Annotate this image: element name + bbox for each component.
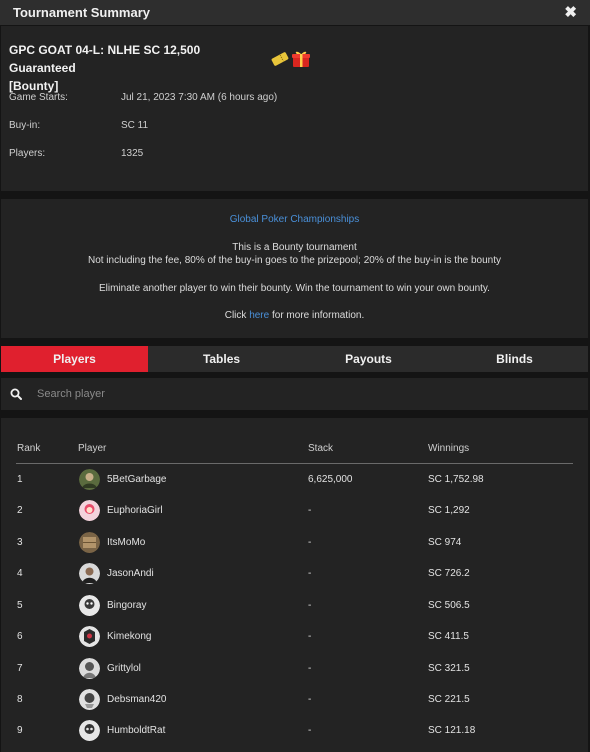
detail-label: Buy-in: (9, 120, 41, 131)
rank-cell: 1 (17, 474, 23, 485)
avatar (79, 563, 100, 584)
winnings-cell: SC 1,752.98 (428, 474, 484, 485)
tournament-name-line1: GPC GOAT 04-L: NLHE SC 12,500 Guaranteed (9, 43, 201, 75)
players-table-panel: Rank Player Stack Winnings 1 5BetGarbage… (1, 418, 588, 752)
series-link[interactable]: Global Poker Championships (230, 214, 360, 225)
avatar (79, 658, 100, 679)
rank-cell: 3 (17, 537, 23, 548)
search-bar (1, 378, 588, 410)
column-header-rank[interactable]: Rank (17, 443, 40, 454)
detail-label: Game Starts: (9, 92, 68, 103)
player-name: HumboldtRat (107, 725, 166, 736)
tab-blinds[interactable]: Blinds (441, 346, 588, 372)
stack-cell: - (308, 537, 312, 548)
stack-cell: - (308, 663, 312, 674)
detail-value: 1325 (121, 148, 144, 159)
rank-cell: 9 (17, 725, 23, 736)
close-icon[interactable]: ✖ (564, 3, 577, 21)
player-name: JasonAndi (107, 568, 154, 579)
stack-cell: - (308, 505, 312, 516)
column-header-player[interactable]: Player (78, 443, 106, 454)
table-row[interactable]: 6 Kimekong - SC 411.5 (16, 622, 573, 652)
table-row[interactable]: 7 Grittylol - SC 321.5 (16, 654, 573, 684)
avatar (79, 626, 100, 647)
avatar (79, 500, 100, 521)
stack-cell: 6,625,000 (308, 474, 353, 485)
avatar (79, 532, 100, 553)
column-header-winnings[interactable]: Winnings (428, 443, 469, 454)
rank-cell: 4 (17, 568, 23, 579)
table-row[interactable]: 3 ItsMoMo - SC 974 (16, 528, 573, 558)
search-input[interactable] (37, 384, 577, 404)
rank-cell: 2 (17, 505, 23, 516)
winnings-cell: SC 974 (428, 537, 462, 548)
gift-icon (292, 51, 310, 67)
more-info-suffix: for more information. (269, 310, 365, 321)
tournament-name: GPC GOAT 04-L: NLHE SC 12,500 Guaranteed… (9, 41, 269, 95)
table-header: Rank Player Stack Winnings (16, 442, 573, 464)
winnings-cell: SC 506.5 (428, 600, 470, 611)
column-header-stack[interactable]: Stack (308, 443, 333, 454)
ticket-icon (271, 52, 289, 66)
tab-payouts[interactable]: Payouts (295, 346, 442, 372)
avatar (79, 469, 100, 490)
player-name: Kimekong (107, 631, 152, 642)
description-line3: Eliminate another player to win their bo… (99, 283, 490, 294)
more-info-prefix: Click (224, 310, 250, 321)
more-info-line: Click here for more information. (1, 310, 588, 321)
window-title: Tournament Summary (13, 5, 151, 20)
more-info-link[interactable]: here (249, 310, 269, 321)
tab-tables[interactable]: Tables (148, 346, 295, 372)
stack-cell: - (308, 631, 312, 642)
tournament-description-panel: Global Poker Championships This is a Bou… (1, 199, 588, 338)
rank-cell: 6 (17, 631, 23, 642)
avatar (79, 689, 100, 710)
winnings-cell: SC 1,292 (428, 505, 470, 516)
player-name: 5BetGarbage (107, 474, 167, 485)
detail-label: Players: (9, 148, 46, 159)
table-row[interactable]: 2 EuphoriaGirl - SC 1,292 (16, 496, 573, 526)
detail-value: SC 11 (121, 120, 149, 131)
stack-cell: - (308, 600, 312, 611)
table-row[interactable]: 8 Debsman420 - SC 221.5 (16, 685, 573, 715)
player-name: Debsman420 (107, 694, 167, 705)
avatar (79, 720, 100, 741)
table-row[interactable]: 4 JasonAndi - SC 726.2 (16, 559, 573, 589)
table-row[interactable]: 9 HumboldtRat - SC 121.18 (16, 716, 573, 746)
winnings-cell: SC 726.2 (428, 568, 470, 579)
player-name: EuphoriaGirl (107, 505, 163, 516)
table-row[interactable]: 5 Bingoray - SC 506.5 (16, 591, 573, 621)
winnings-cell: SC 121.18 (428, 725, 476, 736)
player-name: ItsMoMo (107, 537, 146, 548)
title-bar: Tournament Summary ✖ (0, 0, 590, 25)
description-line2: Not including the fee, 80% of the buy-in… (87, 255, 502, 266)
winnings-cell: SC 221.5 (428, 694, 470, 705)
stack-cell: - (308, 725, 312, 736)
tab-players[interactable]: Players (1, 346, 148, 372)
description-line1: This is a Bounty tournament (232, 242, 357, 253)
player-name: Bingoray (107, 600, 147, 611)
table-row[interactable]: 1 5BetGarbage 6,625,000 SC 1,752.98 (16, 465, 573, 495)
winnings-cell: SC 411.5 (428, 631, 469, 642)
rank-cell: 8 (17, 694, 23, 705)
stack-cell: - (308, 694, 312, 705)
avatar (79, 595, 100, 616)
tab-bar: Players Tables Payouts Blinds (1, 346, 588, 372)
rank-cell: 5 (17, 600, 23, 611)
detail-value: Jul 21, 2023 7:30 AM (6 hours ago) (121, 92, 278, 103)
tournament-info-panel: GPC GOAT 04-L: NLHE SC 12,500 Guaranteed… (1, 26, 588, 191)
stack-cell: - (308, 568, 312, 579)
player-name: Grittylol (107, 663, 141, 674)
search-icon (10, 388, 22, 400)
winnings-cell: SC 321.5 (428, 663, 470, 674)
rank-cell: 7 (17, 663, 23, 674)
